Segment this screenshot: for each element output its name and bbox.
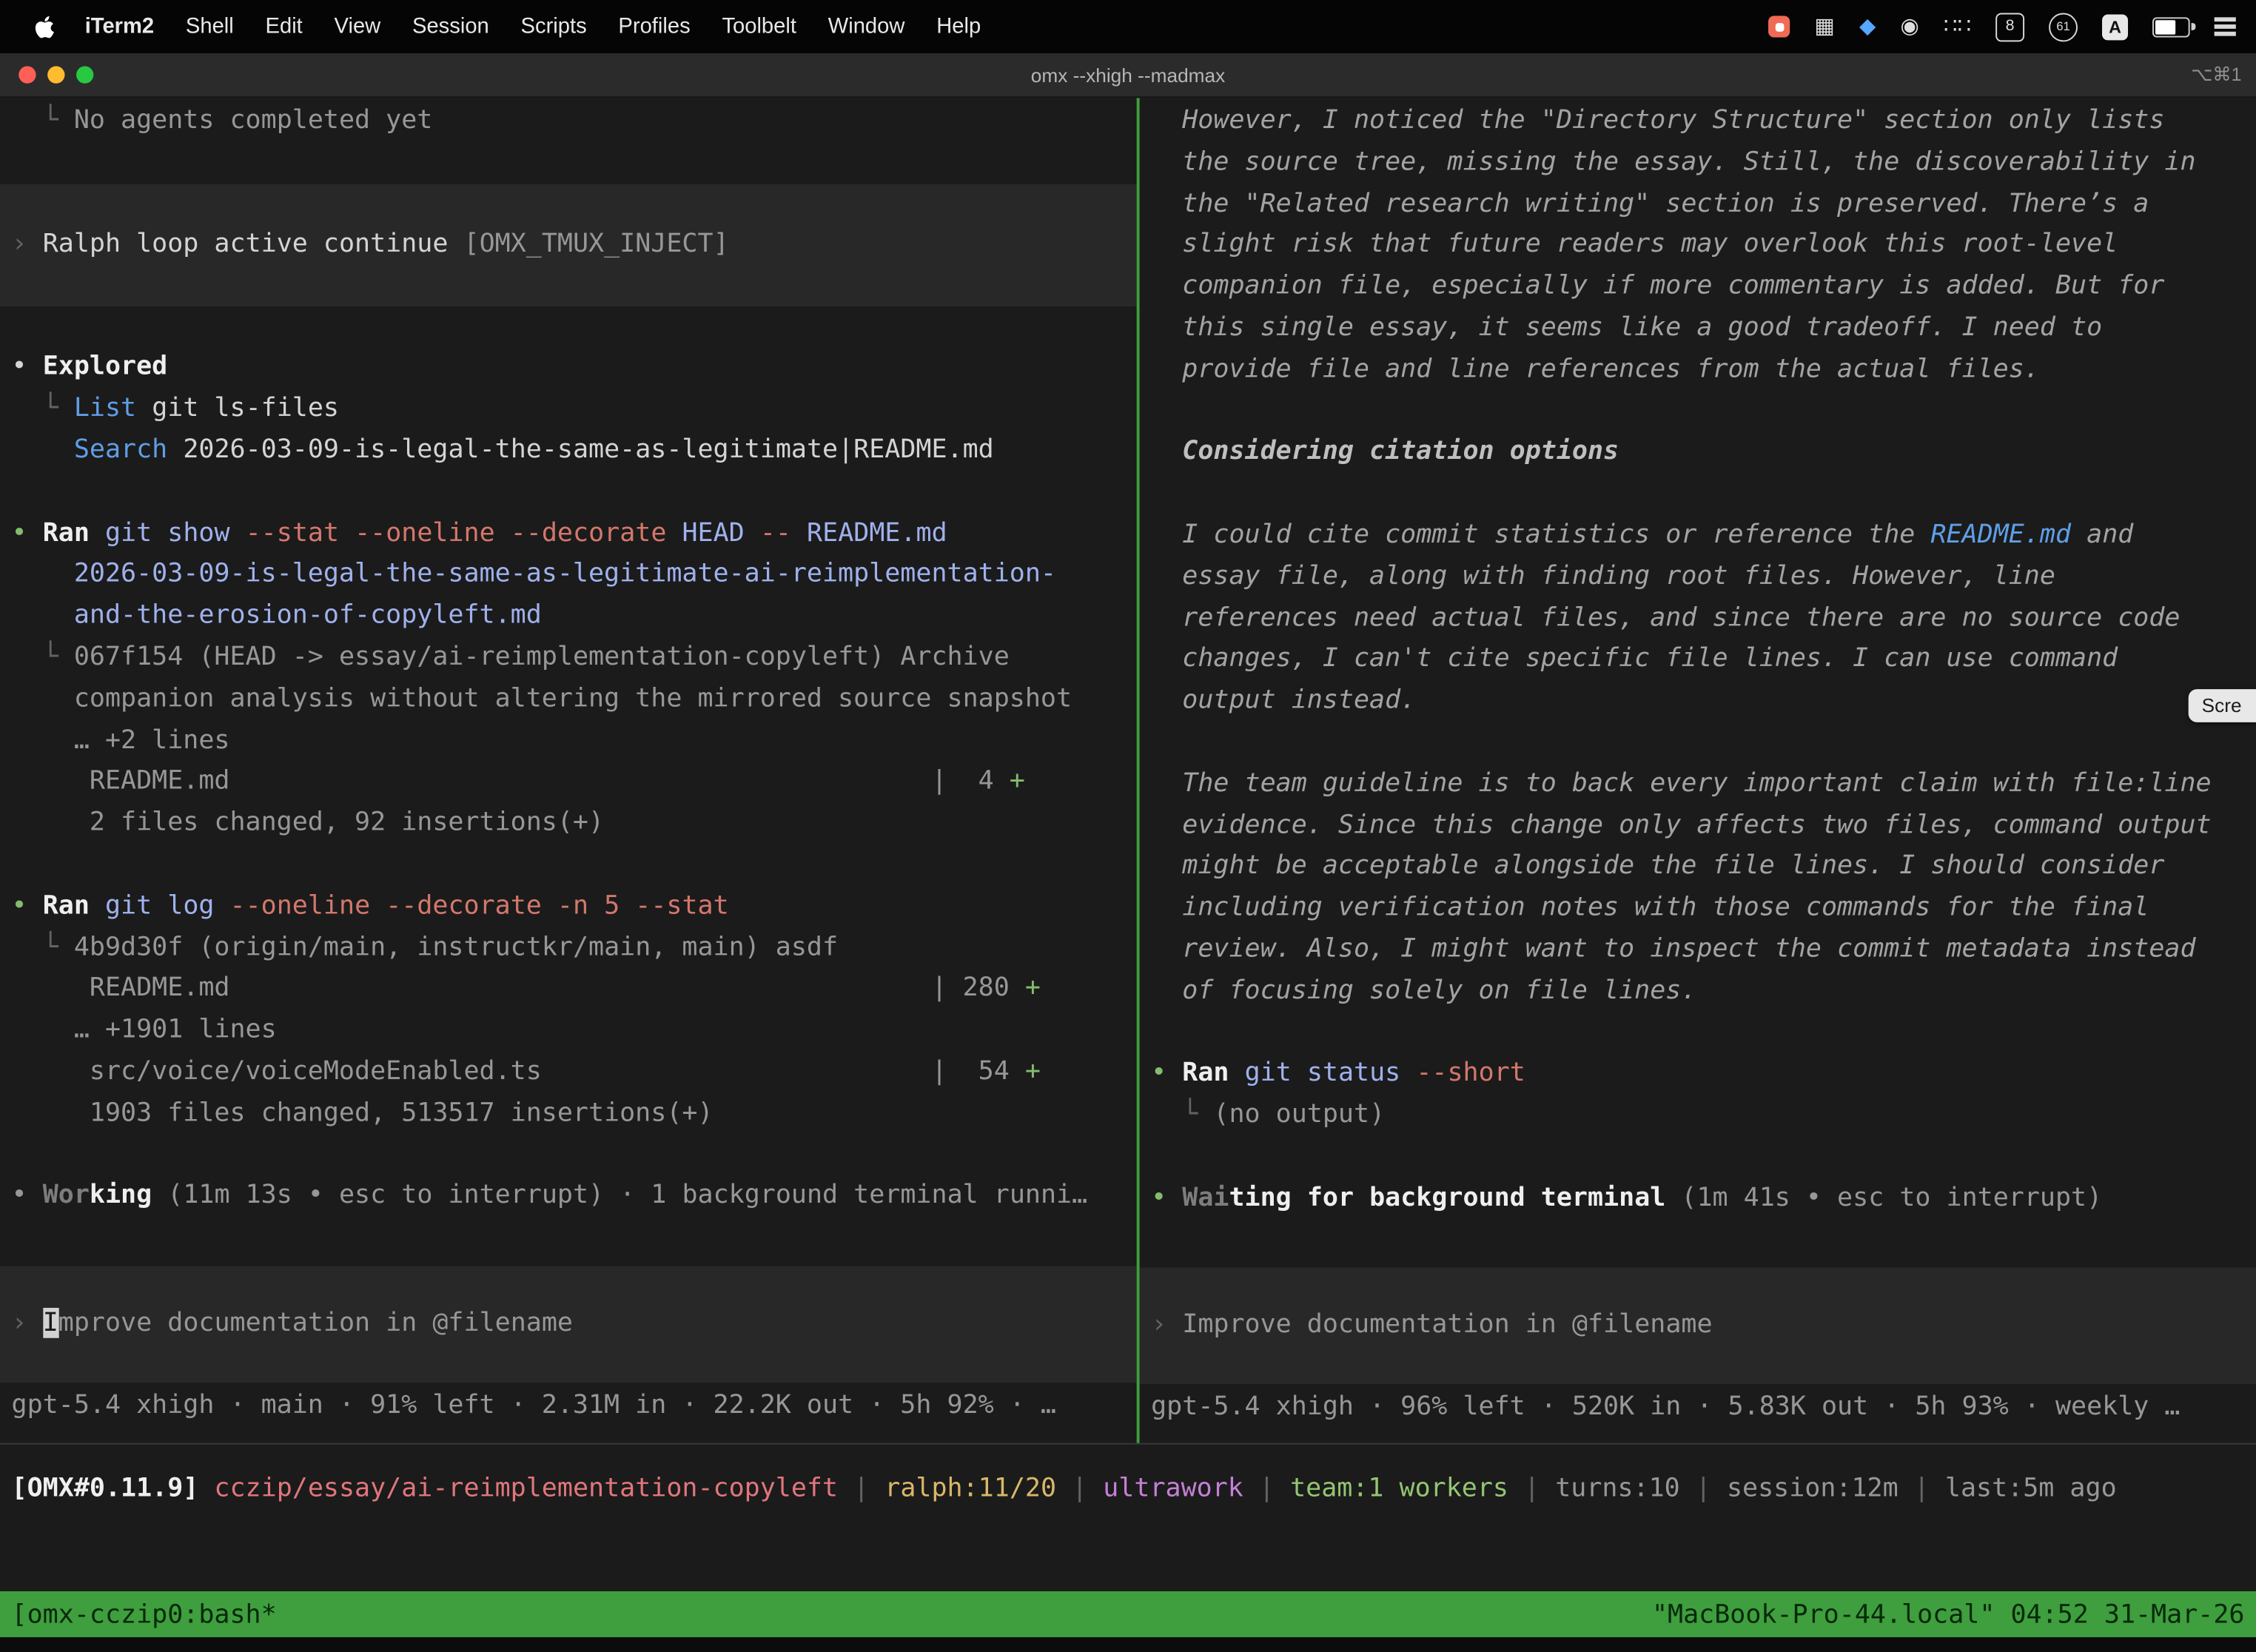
menu-item-profiles[interactable]: Profiles [602, 14, 706, 38]
menu-item-shell[interactable]: Shell [170, 14, 250, 38]
menu-items: iTerm2ShellEditViewSessionScriptsProfile… [69, 14, 996, 38]
window-shortcut-badge: ⌥⌘1 [2191, 64, 2241, 87]
menu-item-toolbelt[interactable]: Toolbelt [706, 14, 812, 38]
agent-transcript-left: • Explored └ List git ls-files Search 20… [0, 306, 1137, 1218]
menu-item-view[interactable]: View [318, 14, 396, 38]
omx-session-status: [OMX#0.11.9] cczip/essay/ai-reimplementa… [0, 1469, 2256, 1511]
battery-gauge-icon[interactable]: 61 [2049, 13, 2078, 41]
terminal-split: └ No agents completed yet › Ralph loop a… [0, 98, 2256, 1443]
menu-item-window[interactable]: Window [812, 14, 920, 38]
omx-status-row: [OMX#0.11.9] cczip/essay/ai-reimplementa… [0, 1445, 2256, 1591]
agent-pane-right[interactable]: However, I noticed the "Directory Struct… [1140, 98, 2256, 1443]
window-grid-icon[interactable]: ▦ [1814, 16, 1835, 37]
tmux-status-bar: [omx-cczip0:bash* "MacBook-Pro-44.local"… [0, 1591, 2256, 1637]
tmux-session-window[interactable]: [omx-cczip0:bash* [12, 1599, 277, 1630]
screen: iTerm2ShellEditViewSessionScriptsProfile… [0, 0, 2256, 1652]
window-title: omx --xhigh --madmax [1031, 64, 1225, 86]
minimize-button[interactable] [47, 66, 64, 83]
input-source-icon[interactable]: A [2102, 13, 2128, 39]
zoom-button[interactable] [76, 66, 93, 83]
menu-item-help[interactable]: Help [921, 14, 997, 38]
blue-app-icon[interactable]: ◆ [1859, 16, 1876, 37]
menu-item-iterm2[interactable]: iTerm2 [69, 14, 169, 38]
model-status-right: gpt-5.4 xhigh · 96% left · 520K in · 5.8… [1140, 1386, 2256, 1428]
screen-overlay-chip[interactable]: Scre [2189, 689, 2256, 722]
dark-app-icon[interactable]: ◉ [1901, 16, 1919, 37]
macos-menu-bar: iTerm2ShellEditViewSessionScriptsProfile… [0, 0, 2256, 53]
bottom-filler [0, 1637, 2256, 1651]
traffic-lights [19, 53, 93, 96]
tmux-host-clock: "MacBook-Pro-44.local" 04:52 31-Mar-26 [1652, 1599, 2245, 1630]
menu-item-edit[interactable]: Edit [249, 14, 318, 38]
window-title-bar: omx --xhigh --madmax ⌥⌘1 [0, 53, 2256, 98]
ralph-loop-banner[interactable]: › Ralph loop active continue [OMX_TMUX_I… [0, 184, 1137, 306]
menu-item-scripts[interactable]: Scripts [505, 14, 602, 38]
keycap-8-icon[interactable]: 8 [1995, 13, 2024, 41]
battery-icon[interactable] [2152, 16, 2190, 36]
prompt-input-left[interactable]: › Improve documentation in @filename [0, 1266, 1137, 1383]
agent-transcript-right: However, I noticed the "Directory Struct… [1140, 101, 2256, 1219]
apple-menu-icon[interactable] [20, 15, 69, 38]
agents-note: └ No agents completed yet [0, 101, 1137, 142]
menu-item-session[interactable]: Session [397, 14, 506, 38]
close-button[interactable] [19, 66, 36, 83]
screen-recording-indicator-icon[interactable] [1768, 16, 1790, 37]
menu-list-icon[interactable] [2215, 24, 2236, 29]
menu-bar-status-icons: ▦ ◆ ◉ ∷∷ 8 61 A [1768, 13, 2236, 41]
model-status-left: gpt-5.4 xhigh · main · 91% left · 2.31M … [0, 1386, 1137, 1427]
prompt-input-right[interactable]: › Improve documentation in @filename [1140, 1267, 2256, 1383]
dots-grid-icon[interactable]: ∷∷ [1944, 16, 1971, 37]
agent-pane-left[interactable]: └ No agents completed yet › Ralph loop a… [0, 98, 1137, 1443]
